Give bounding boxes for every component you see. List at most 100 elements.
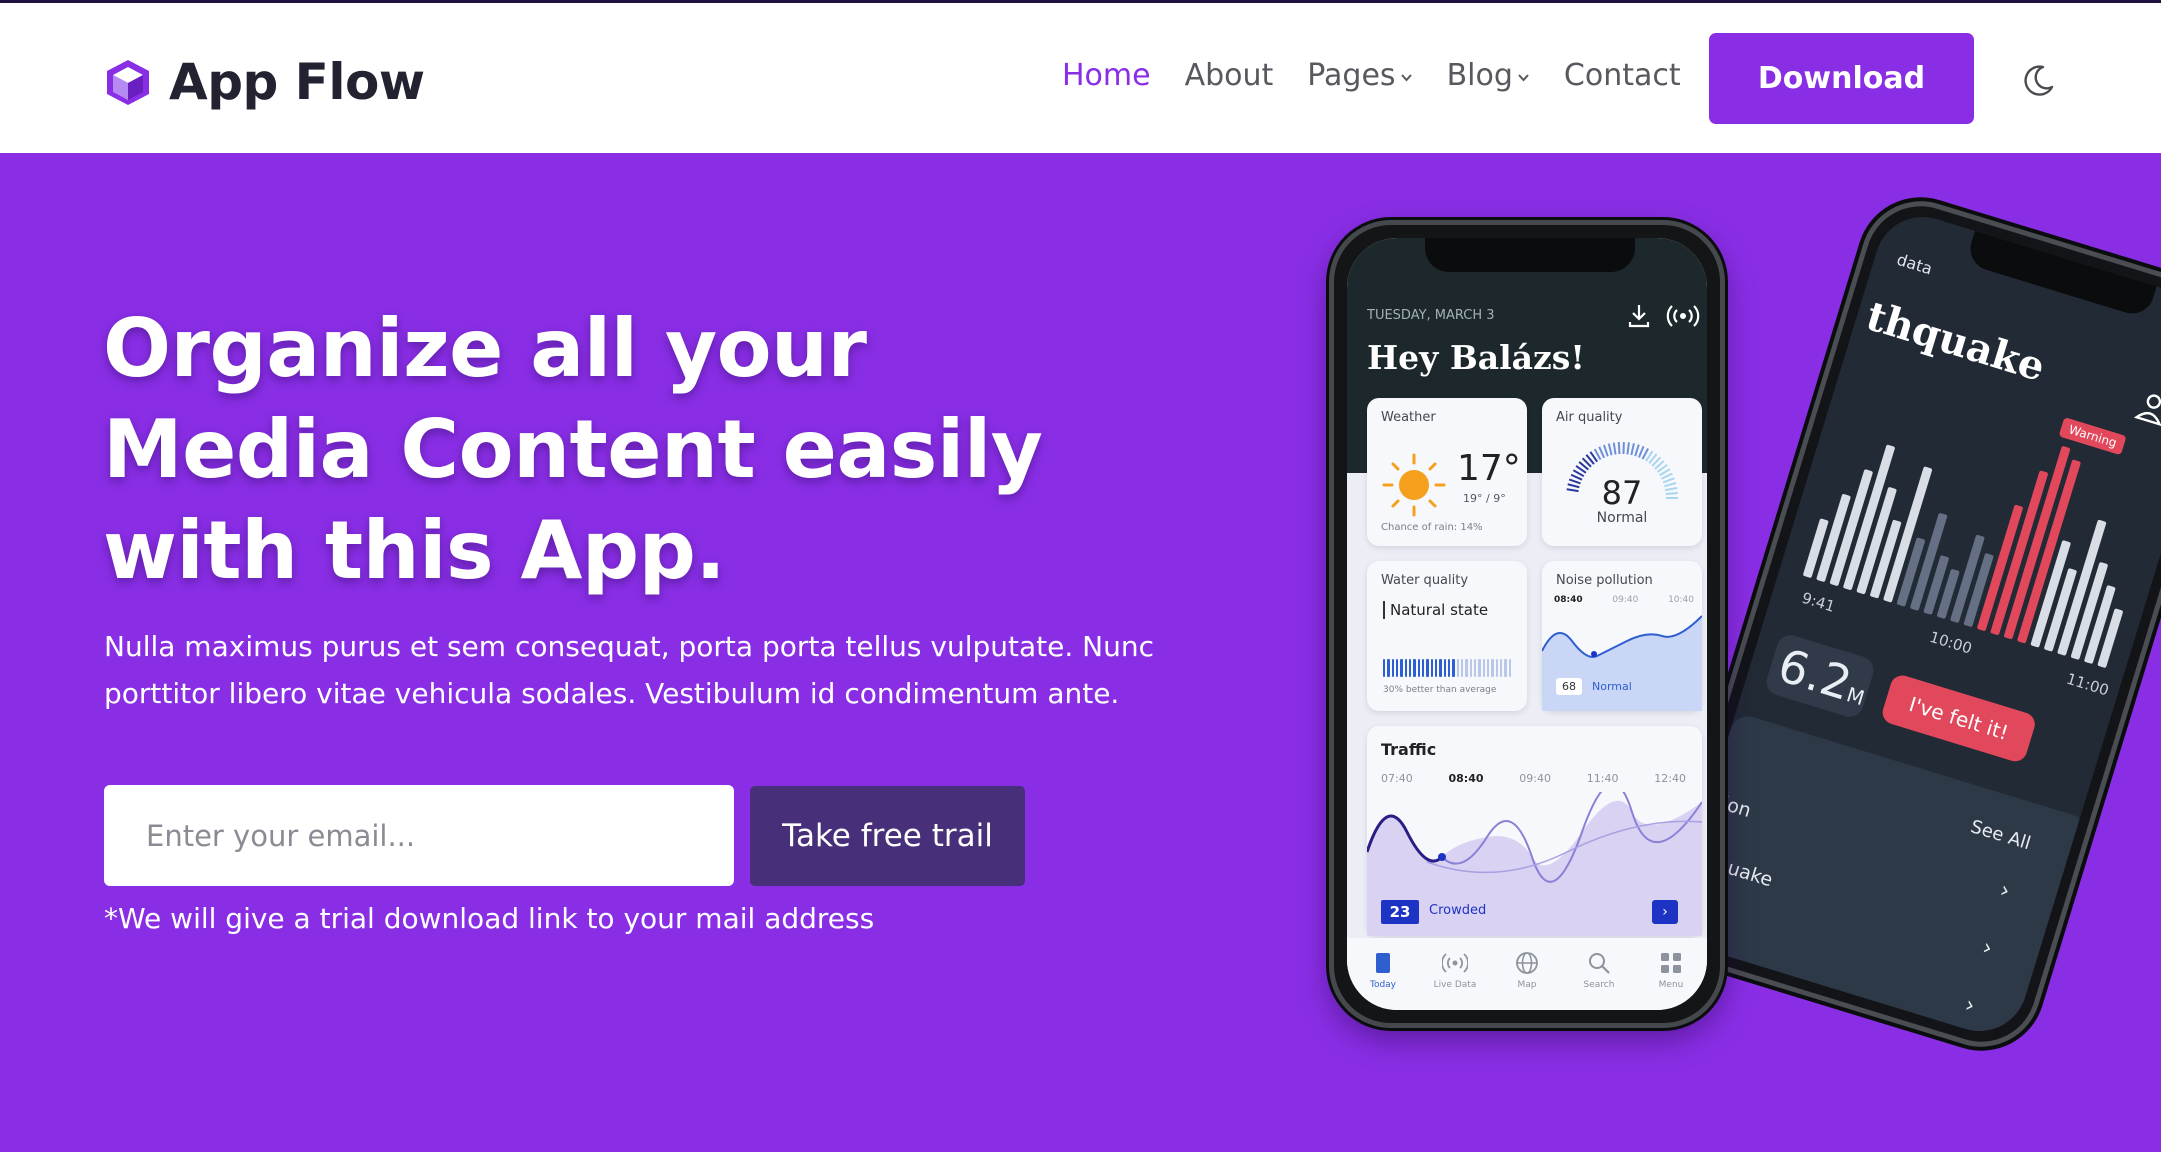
meter-segment [1404, 659, 1407, 677]
tab-label: Map [1517, 980, 1537, 990]
nav-blog[interactable]: Blog [1447, 58, 1530, 93]
globe-icon [1516, 952, 1538, 974]
gauge-tick [1612, 442, 1617, 455]
meter-segment [1482, 659, 1485, 677]
download-button[interactable]: Download [1709, 33, 1974, 124]
magnitude-value: 6.2M [1763, 631, 1877, 721]
today-icon [1376, 953, 1390, 973]
meter-segment [1460, 659, 1464, 677]
meter-segment [1469, 659, 1472, 677]
broadcast-icon [1666, 305, 1700, 327]
nav-blog-label: Blog [1446, 58, 1513, 93]
traffic-times: 07:40 08:40 09:40 11:40 12:40 [1381, 772, 1686, 785]
gauge-tick [1626, 442, 1630, 455]
back-time: 11:00 [2064, 669, 2111, 700]
hero-description: Nulla maximus purus et sem consequat, po… [104, 630, 1154, 710]
meter-segment [1478, 659, 1481, 677]
meter-segment [1499, 659, 1503, 677]
weather-temp: 17° [1457, 448, 1521, 489]
meter-segment [1465, 659, 1468, 677]
weather-card: Weather 17° 19° / 9° Chance of rain: 14% [1367, 398, 1527, 546]
meter-segment [1447, 659, 1451, 677]
download-icon [1628, 305, 1650, 328]
meter-segment [1400, 659, 1403, 677]
tab-search: Search [1569, 950, 1629, 990]
meter-segment [1508, 659, 1511, 677]
tab-menu: Menu [1641, 950, 1701, 990]
card-label: Water quality [1381, 573, 1469, 588]
nav-home[interactable]: Home [1062, 58, 1151, 93]
earthquake-bar-chart [1802, 375, 2161, 669]
card-label: Air quality [1556, 410, 1623, 425]
meter-segment [1486, 659, 1490, 677]
meter-segment [1456, 659, 1459, 677]
meter-segment [1417, 659, 1420, 677]
card-label: Noise pollution [1556, 573, 1653, 588]
gauge-tick [1617, 442, 1621, 455]
chevron-down-icon [1518, 74, 1529, 82]
meter-segment [1452, 659, 1455, 677]
noise-time: 10:40 [1668, 595, 1694, 605]
brand-logo[interactable]: App Flow [103, 53, 425, 111]
gauge-tick [1638, 445, 1645, 458]
take-free-trial-button[interactable]: Take free trail [750, 786, 1025, 886]
tab-label: Today [1369, 980, 1397, 990]
meter-segment [1430, 659, 1433, 677]
front-date: TUESDAY, MARCH 3 [1367, 308, 1495, 323]
tab-label: Menu [1658, 980, 1684, 990]
noise-times: 08:40 09:40 10:40 [1554, 595, 1694, 605]
tab-map: Map [1497, 950, 1557, 990]
live-data-icon [1442, 953, 1468, 973]
gauge-tick [1607, 443, 1613, 456]
traffic-status: Crowded [1429, 903, 1487, 918]
nav-pages[interactable]: Pages [1307, 58, 1412, 93]
chevron-down-icon [1400, 74, 1412, 82]
noise-status: Normal [1592, 680, 1632, 693]
meter-segment [1395, 659, 1399, 677]
meter-segment [1383, 659, 1386, 677]
gauge-tick [1634, 444, 1640, 457]
email-input[interactable] [104, 785, 734, 886]
meter-segment [1504, 659, 1507, 677]
sun-icon [1382, 453, 1446, 517]
meter-segment [1434, 659, 1438, 677]
noise-wave-chart [1542, 615, 1702, 711]
hero-title: Organize all your Media Content easily w… [103, 302, 1043, 597]
nav-contact-label: Contact [1563, 58, 1681, 93]
user-icon [2133, 394, 2161, 427]
moon-icon[interactable] [2019, 62, 2057, 100]
meter-segment [1473, 659, 1477, 677]
meter-segment [1491, 659, 1494, 677]
nav-about-label: About [1184, 58, 1274, 93]
meter-segment [1408, 659, 1412, 677]
noise-value: 68 [1556, 678, 1582, 695]
traffic-time: 12:40 [1654, 772, 1686, 785]
front-greeting: Hey Balázs! [1367, 338, 1585, 377]
grid-icon [1661, 953, 1681, 973]
water-state: Natural state [1383, 601, 1488, 619]
tab-live-data: Live Data [1425, 950, 1485, 990]
site-header: App Flow Home About Pages Blog Contact D… [0, 3, 2161, 153]
front-tab-bar: Today Live Data Map Search Menu [1347, 938, 1707, 1010]
meter-segment [1391, 659, 1394, 677]
tab-today: Today [1353, 950, 1413, 990]
card-label: Traffic [1381, 740, 1437, 759]
gauge-tick [1598, 446, 1606, 459]
phone-back-screen: data thquake Warning 9:41 10:00 11:00 6.… [1666, 205, 2161, 1043]
phone-notch [1425, 238, 1635, 272]
cube-icon [107, 60, 149, 105]
nav-about[interactable]: About [1185, 58, 1274, 93]
back-time: 10:00 [1927, 627, 1975, 658]
traffic-time: 09:40 [1519, 772, 1551, 785]
meter-segment [1443, 659, 1446, 677]
noise-time: 08:40 [1554, 595, 1583, 605]
noise-pollution-card: Noise pollution 08:40 09:40 10:40 68 Nor… [1542, 561, 1702, 711]
meter-segment [1495, 659, 1498, 677]
nav-contact[interactable]: Contact [1564, 58, 1681, 93]
water-meter [1383, 659, 1511, 677]
meter-segment [1387, 659, 1390, 677]
phone-front-screen: TUESDAY, MARCH 3 Hey Balázs! Weather 17°… [1347, 238, 1707, 1010]
phone-mockup-front: TUESDAY, MARCH 3 Hey Balázs! Weather 17°… [1329, 220, 1725, 1028]
card-label: Weather [1381, 410, 1436, 425]
traffic-card: Traffic 07:40 08:40 09:40 11:40 12:40 23… [1367, 726, 1702, 936]
